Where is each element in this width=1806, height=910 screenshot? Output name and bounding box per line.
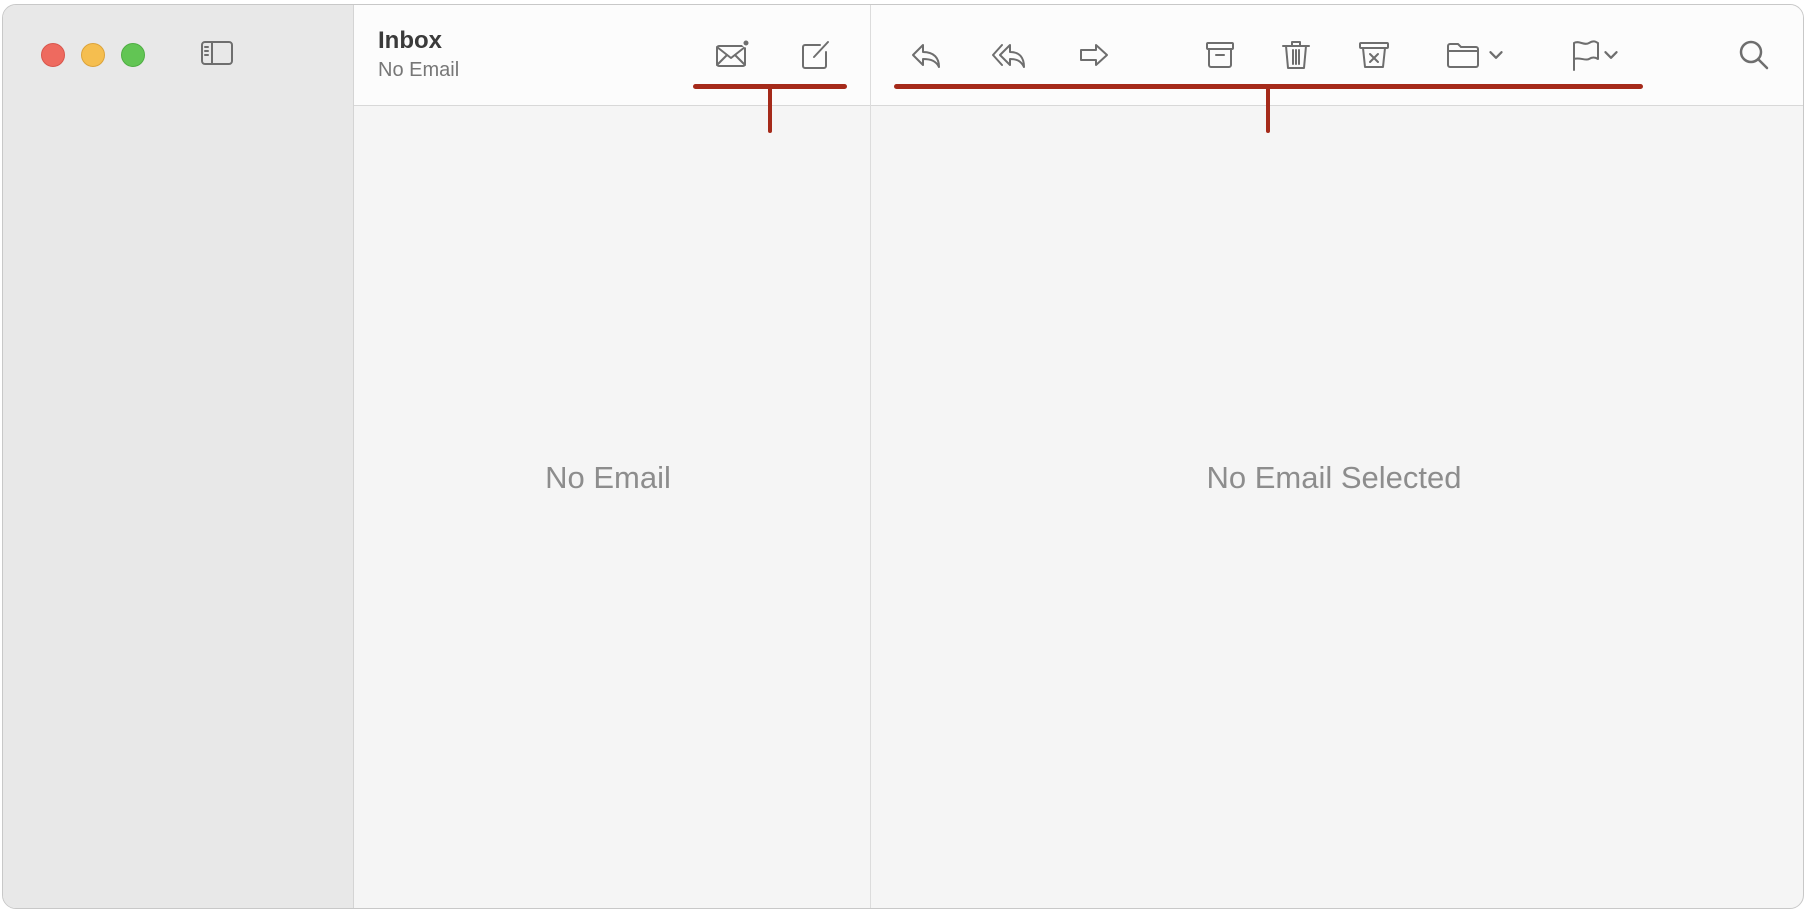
get-mail-icon[interactable] xyxy=(712,35,752,75)
zoom-button[interactable] xyxy=(121,43,145,67)
archive-icon[interactable] xyxy=(1200,35,1240,75)
flag-chevron-down-icon[interactable] xyxy=(1601,35,1621,75)
toolbar: Inbox No Email xyxy=(354,5,1803,106)
junk-icon[interactable] xyxy=(1354,35,1394,75)
pane-divider[interactable] xyxy=(870,5,871,908)
close-button[interactable] xyxy=(41,43,65,67)
sidebar xyxy=(3,5,354,908)
search-icon[interactable] xyxy=(1734,35,1774,75)
sidebar-toggle-icon[interactable] xyxy=(197,33,237,73)
compose-icon[interactable] xyxy=(796,35,836,75)
viewer-empty-text: No Email Selected xyxy=(1206,460,1462,495)
mailbox-title: Inbox xyxy=(378,27,442,54)
forward-icon[interactable] xyxy=(1074,35,1114,75)
mailbox-subtitle: No Email xyxy=(378,59,460,81)
message-list-empty-text: No Email xyxy=(545,460,671,495)
trash-icon[interactable] xyxy=(1276,35,1316,75)
callout-stem-left xyxy=(768,86,772,133)
reply-icon[interactable] xyxy=(907,35,947,75)
folder-chevron-down-icon[interactable] xyxy=(1486,35,1506,75)
minimize-button[interactable] xyxy=(81,43,105,67)
move-folder-icon[interactable] xyxy=(1443,35,1483,75)
reply-all-icon[interactable] xyxy=(990,35,1030,75)
mail-window: Inbox No Email No Email No Email Selecte… xyxy=(2,4,1804,909)
callout-stem-right xyxy=(1266,86,1270,133)
flag-icon[interactable] xyxy=(1565,35,1605,75)
